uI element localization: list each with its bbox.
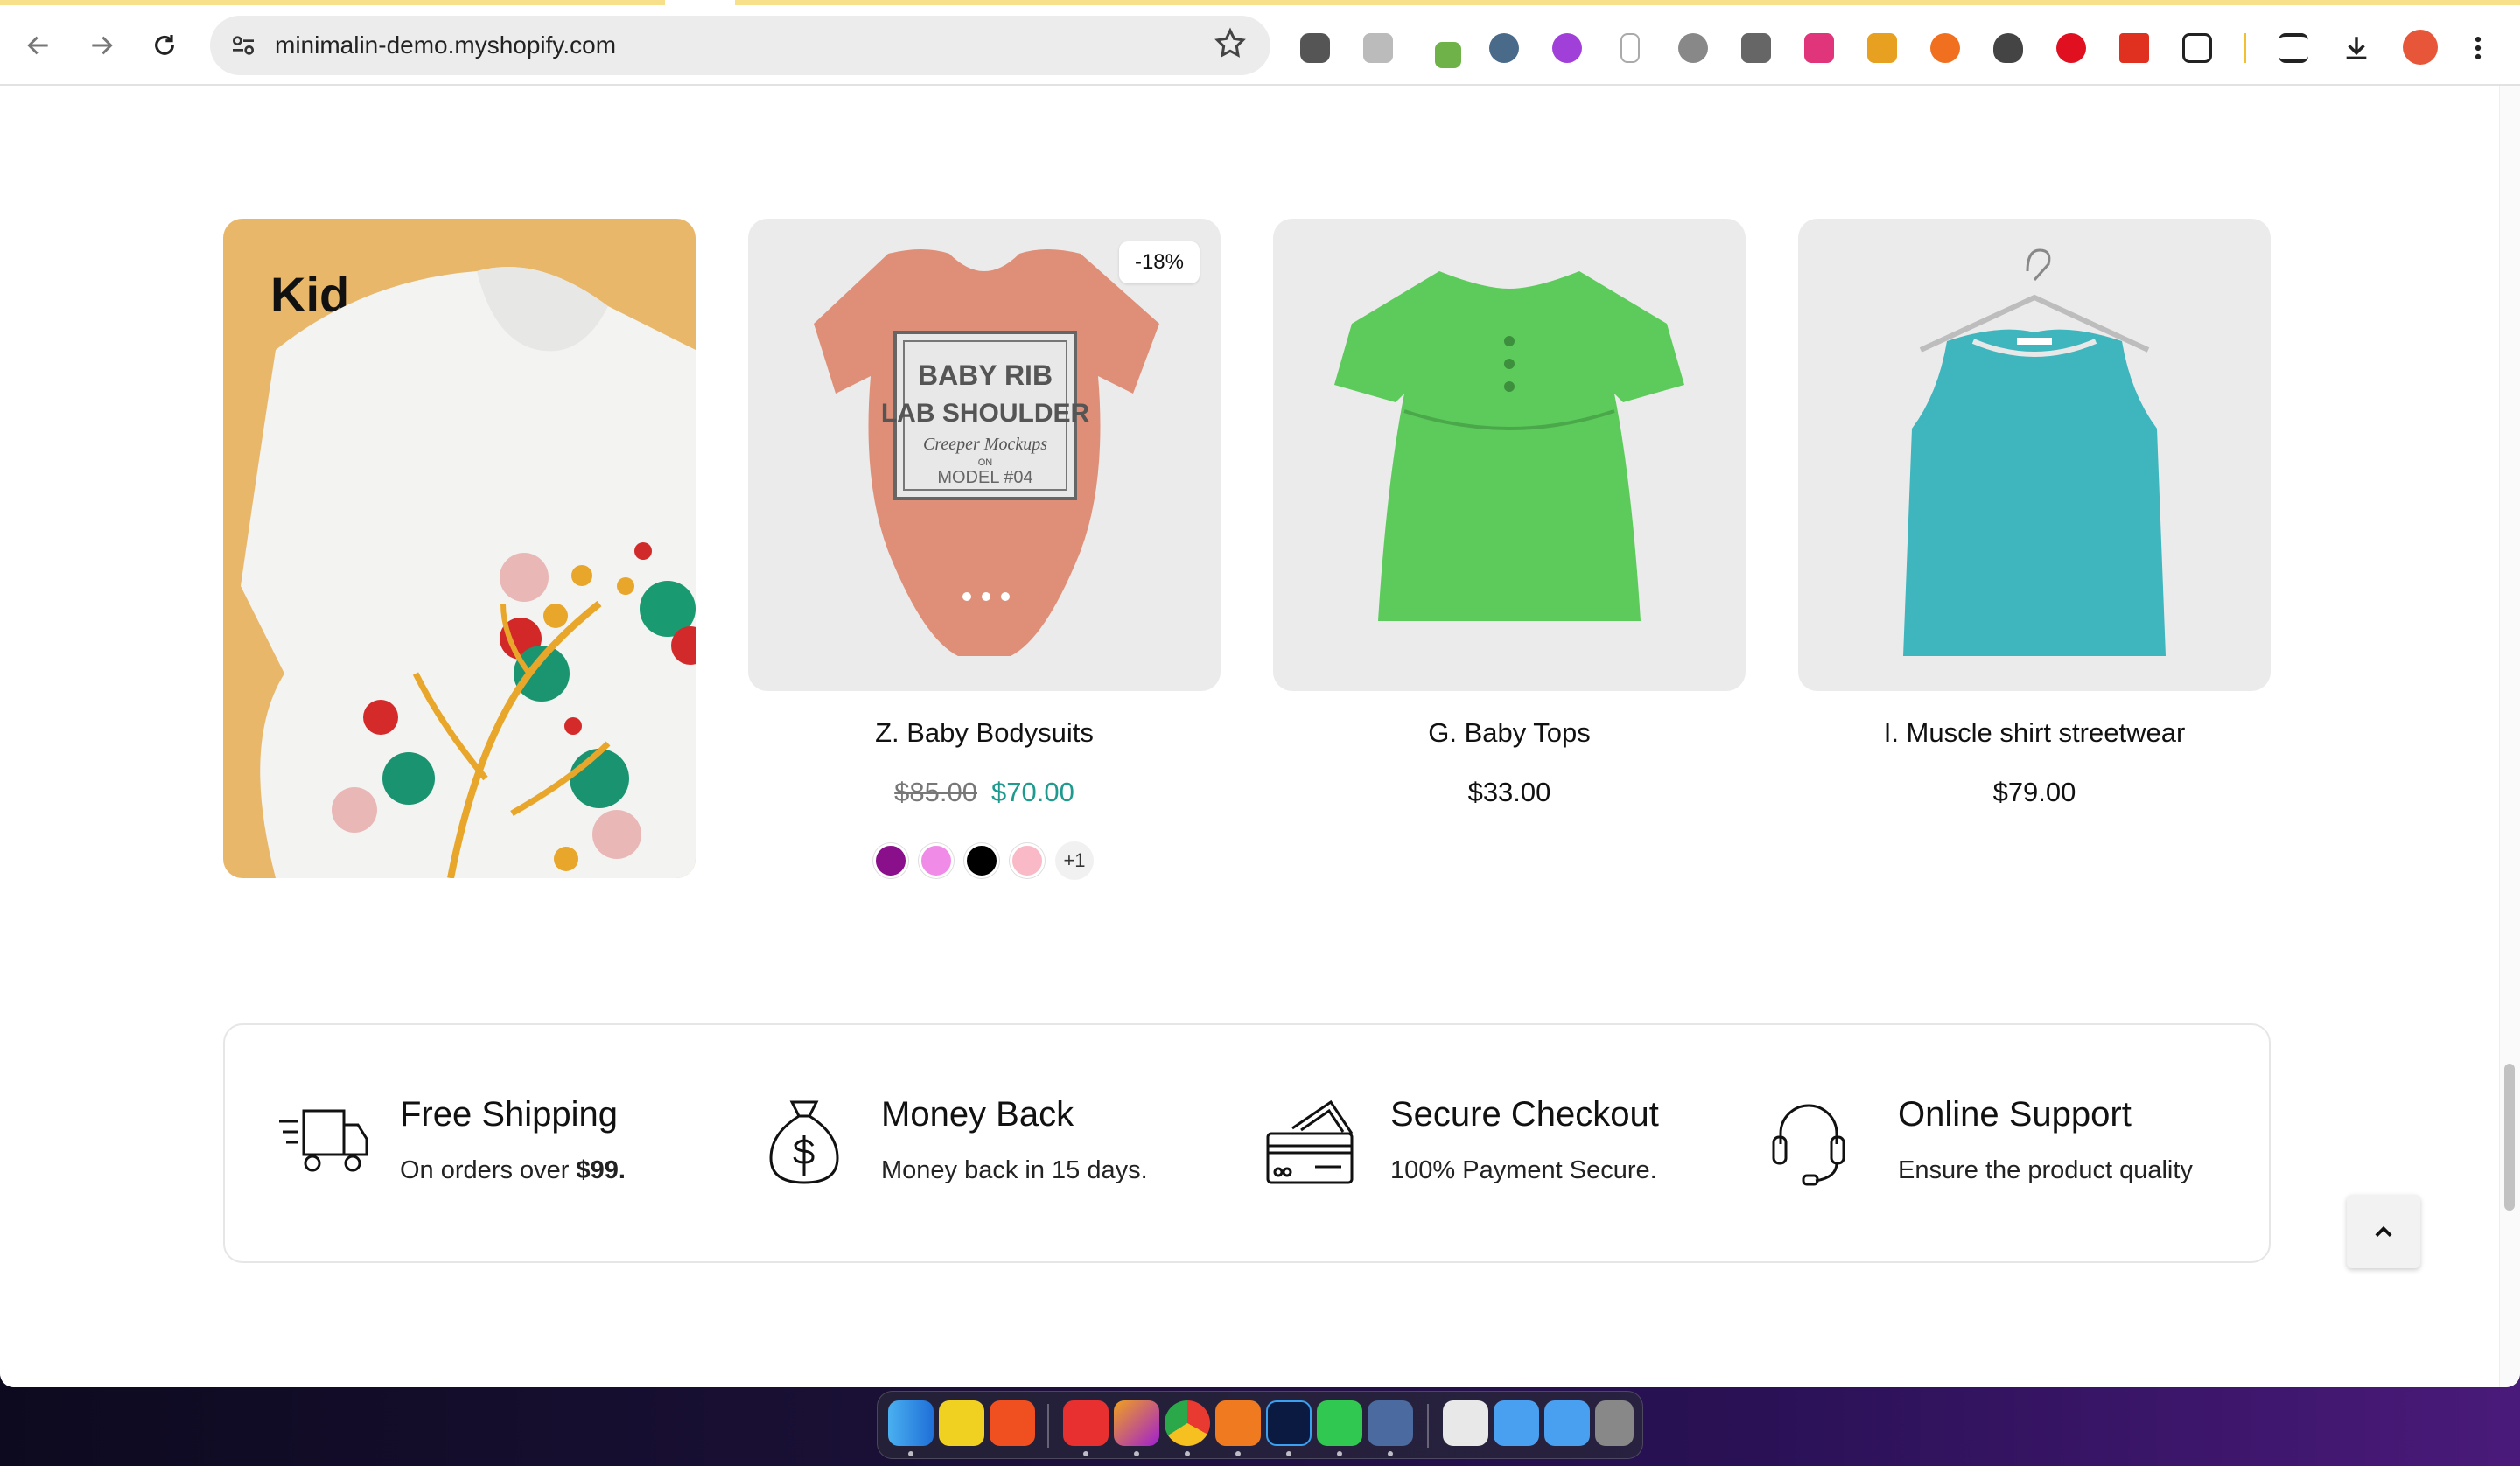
scrollbar-thumb[interactable]	[2504, 1064, 2515, 1211]
swatch-light-pink[interactable]	[1010, 843, 1045, 878]
browser-window: minimalin-demo.myshopify.com Kid BABY RI…	[0, 0, 2520, 1387]
back-to-top-button[interactable]	[2347, 1195, 2420, 1268]
k-extension-icon[interactable]	[1552, 33, 1582, 63]
download-icon[interactable]	[2342, 33, 2371, 63]
chevron-up-icon	[2375, 1225, 2392, 1237]
profile-avatar[interactable]	[2403, 30, 2438, 65]
clock-extension-icon[interactable]	[1489, 33, 1519, 63]
address-bar[interactable]: minimalin-demo.myshopify.com	[210, 16, 1270, 75]
pin-extension-icon[interactable]	[1678, 33, 1708, 63]
product-card-image[interactable]: BABY RIB LAB SHOULDER Creeper Mockups ON…	[748, 219, 1221, 691]
zip-archive-icon[interactable]	[1443, 1400, 1488, 1446]
kid-tshirt-image	[241, 267, 696, 878]
print-line-4: ON	[978, 457, 993, 468]
feature-description: Money back in 15 days.	[881, 1156, 1148, 1184]
bookmark-star-icon[interactable]	[1213, 26, 1248, 61]
green-extension-icon[interactable]	[1435, 42, 1461, 68]
arrow-left-icon	[27, 36, 48, 55]
page-scrollbar[interactable]	[2499, 86, 2520, 1387]
baby-bodysuit-image: BABY RIB LAB SHOULDER Creeper Mockups ON…	[814, 249, 1159, 656]
system-preferences-icon[interactable]	[1368, 1400, 1413, 1446]
reload-icon	[155, 35, 174, 55]
mail-extension-icon[interactable]	[1867, 33, 1897, 63]
product-card-image[interactable]	[1273, 219, 1746, 691]
instagram-extension-icon[interactable]	[1804, 33, 1834, 63]
swatch-black[interactable]	[964, 843, 999, 878]
trash-icon[interactable]	[1595, 1400, 1634, 1446]
muscle-shirt-image	[1903, 248, 2166, 656]
url-text[interactable]: minimalin-demo.myshopify.com	[275, 31, 616, 59]
product-price: $33.00	[1273, 777, 1746, 808]
regular-price: $33.00	[1467, 777, 1551, 807]
truck-icon	[279, 1109, 368, 1172]
compare-at-price: $85.00	[894, 777, 977, 807]
store-features: Free Shipping On orders over $99. Money …	[223, 1023, 2271, 1263]
applications-folder-icon[interactable]	[1494, 1400, 1539, 1446]
headset-icon	[1772, 1104, 1845, 1186]
reload-button[interactable]	[142, 23, 187, 68]
print-line-3: Creeper Mockups	[923, 435, 1047, 454]
messages-icon[interactable]	[1317, 1400, 1362, 1446]
arrow-right-icon	[92, 36, 113, 55]
site-settings-icon[interactable]	[229, 31, 257, 59]
extensions-puzzle-icon[interactable]	[2182, 33, 2212, 63]
discount-badge: -18%	[1118, 241, 1200, 283]
swatch-pink[interactable]	[919, 843, 954, 878]
print-line-2: LAB SHOULDER	[881, 399, 1090, 428]
regular-price: $79.00	[1992, 777, 2076, 807]
toolbar-divider	[2244, 33, 2246, 63]
notes-app-icon[interactable]	[939, 1400, 984, 1446]
sale-price: $70.00	[991, 777, 1074, 807]
product-name[interactable]: I. Muscle shirt streetwear	[1798, 717, 2271, 749]
feature-title: Money Back	[881, 1095, 1074, 1134]
swatch-purple[interactable]	[873, 843, 908, 878]
finder-icon[interactable]	[888, 1400, 934, 1446]
forward-button[interactable]	[79, 23, 124, 68]
gitkraken-icon[interactable]	[1063, 1400, 1109, 1446]
product-name[interactable]: Z. Baby Bodysuits	[748, 717, 1221, 749]
back-button[interactable]	[16, 23, 61, 68]
kid-collection-card[interactable]: Kid	[223, 219, 696, 878]
browser-toolbar: minimalin-demo.myshopify.com	[0, 5, 2520, 86]
opera-extension-icon[interactable]	[2056, 33, 2086, 63]
robot-extension-icon[interactable]	[1300, 33, 1330, 63]
product-price: $85.00 $70.00	[748, 777, 1221, 808]
media-queue-icon[interactable]	[2278, 33, 2308, 63]
feature-title: Online Support	[1898, 1095, 2132, 1134]
device-extension-icon[interactable]	[1620, 33, 1640, 63]
feature-title: Free Shipping	[400, 1095, 619, 1134]
product-price: $79.00	[1798, 777, 2271, 808]
photoshop-icon[interactable]	[1266, 1400, 1312, 1446]
product-card-image[interactable]	[1798, 219, 2271, 691]
money-bag-icon	[769, 1100, 839, 1184]
translate-extension-icon[interactable]	[1363, 33, 1393, 63]
chrome-icon[interactable]	[1165, 1400, 1210, 1446]
feature-title: Secure Checkout	[1390, 1095, 1659, 1134]
print-line-1: BABY RIB	[918, 360, 1053, 391]
downloads-folder-icon[interactable]	[1544, 1400, 1590, 1446]
shield-extension-icon[interactable]	[1993, 33, 2023, 63]
acrobat-extension-icon[interactable]	[2119, 33, 2149, 63]
color-swatches: +1	[873, 841, 1094, 880]
feature-description: 100% Payment Secure.	[1390, 1156, 1657, 1184]
blender-icon[interactable]	[1215, 1400, 1261, 1446]
firefox-icon[interactable]	[1114, 1400, 1159, 1446]
crop-extension-icon[interactable]	[1741, 33, 1771, 63]
macos-dock	[877, 1391, 1643, 1459]
product-name[interactable]: G. Baby Tops	[1273, 717, 1746, 749]
brave-icon[interactable]	[990, 1400, 1035, 1446]
browser-menu-icon[interactable]	[2473, 33, 2483, 63]
more-swatches-count[interactable]: +1	[1055, 841, 1094, 880]
feature-description: Ensure the product quality	[1898, 1156, 2193, 1184]
sync-extension-icon[interactable]	[1930, 33, 1960, 63]
feature-description: On orders over $99.	[400, 1156, 626, 1184]
print-line-5: MODEL #04	[937, 468, 1032, 487]
green-baby-top-image	[1334, 271, 1684, 621]
credit-card-icon	[1266, 1100, 1354, 1184]
